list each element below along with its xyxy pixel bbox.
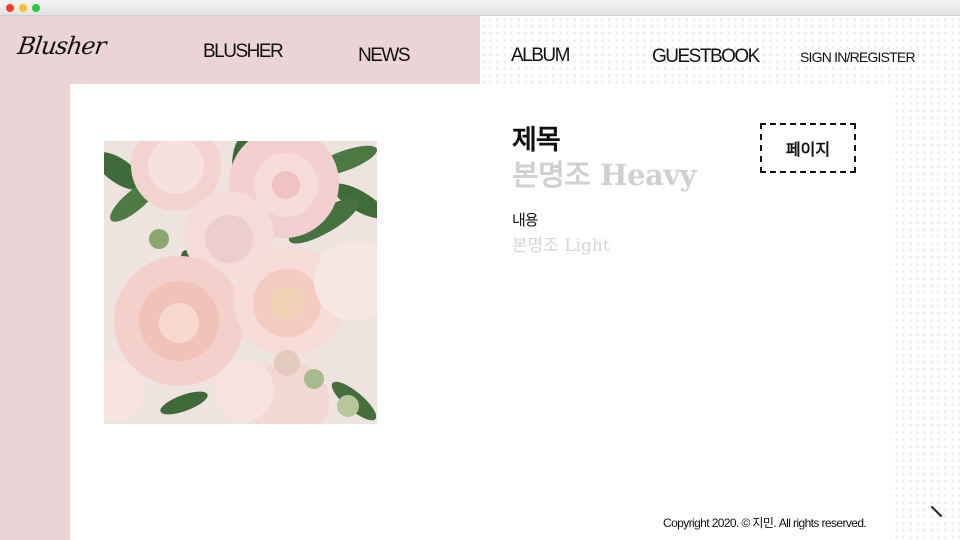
nav-item-news[interactable]: NEWS <box>358 45 411 67</box>
maximize-window-button[interactable] <box>32 4 40 12</box>
footer-copyright: Copyright 2020. © 지민. All rights reserve… <box>663 514 867 531</box>
nav-item-blusher[interactable]: BLUSHER <box>203 41 284 63</box>
page-button-label: 페이지 <box>785 140 831 159</box>
minimize-window-button[interactable] <box>19 4 27 12</box>
post-content-label: 내용 <box>512 211 539 229</box>
sidebar-pink-band <box>0 84 70 540</box>
close-window-button[interactable] <box>6 4 14 12</box>
nav-item-sign-in-register[interactable]: SIGN IN/REGISTER <box>800 49 916 65</box>
brand-logo[interactable]: Blusher <box>16 32 107 60</box>
post-subtitle: 본명조 Heavy <box>512 158 696 192</box>
nav-item-album[interactable]: ALBUM <box>511 45 570 67</box>
peony-bouquet-image <box>104 141 377 424</box>
diagonal-arrow-icon[interactable] <box>929 504 945 520</box>
window-titlebar <box>0 0 960 16</box>
page-button[interactable]: 페이지 <box>760 123 856 173</box>
nav-item-guestbook[interactable]: GUESTBOOK <box>652 46 760 68</box>
post-content-sub: 본명조 Light <box>512 236 610 256</box>
